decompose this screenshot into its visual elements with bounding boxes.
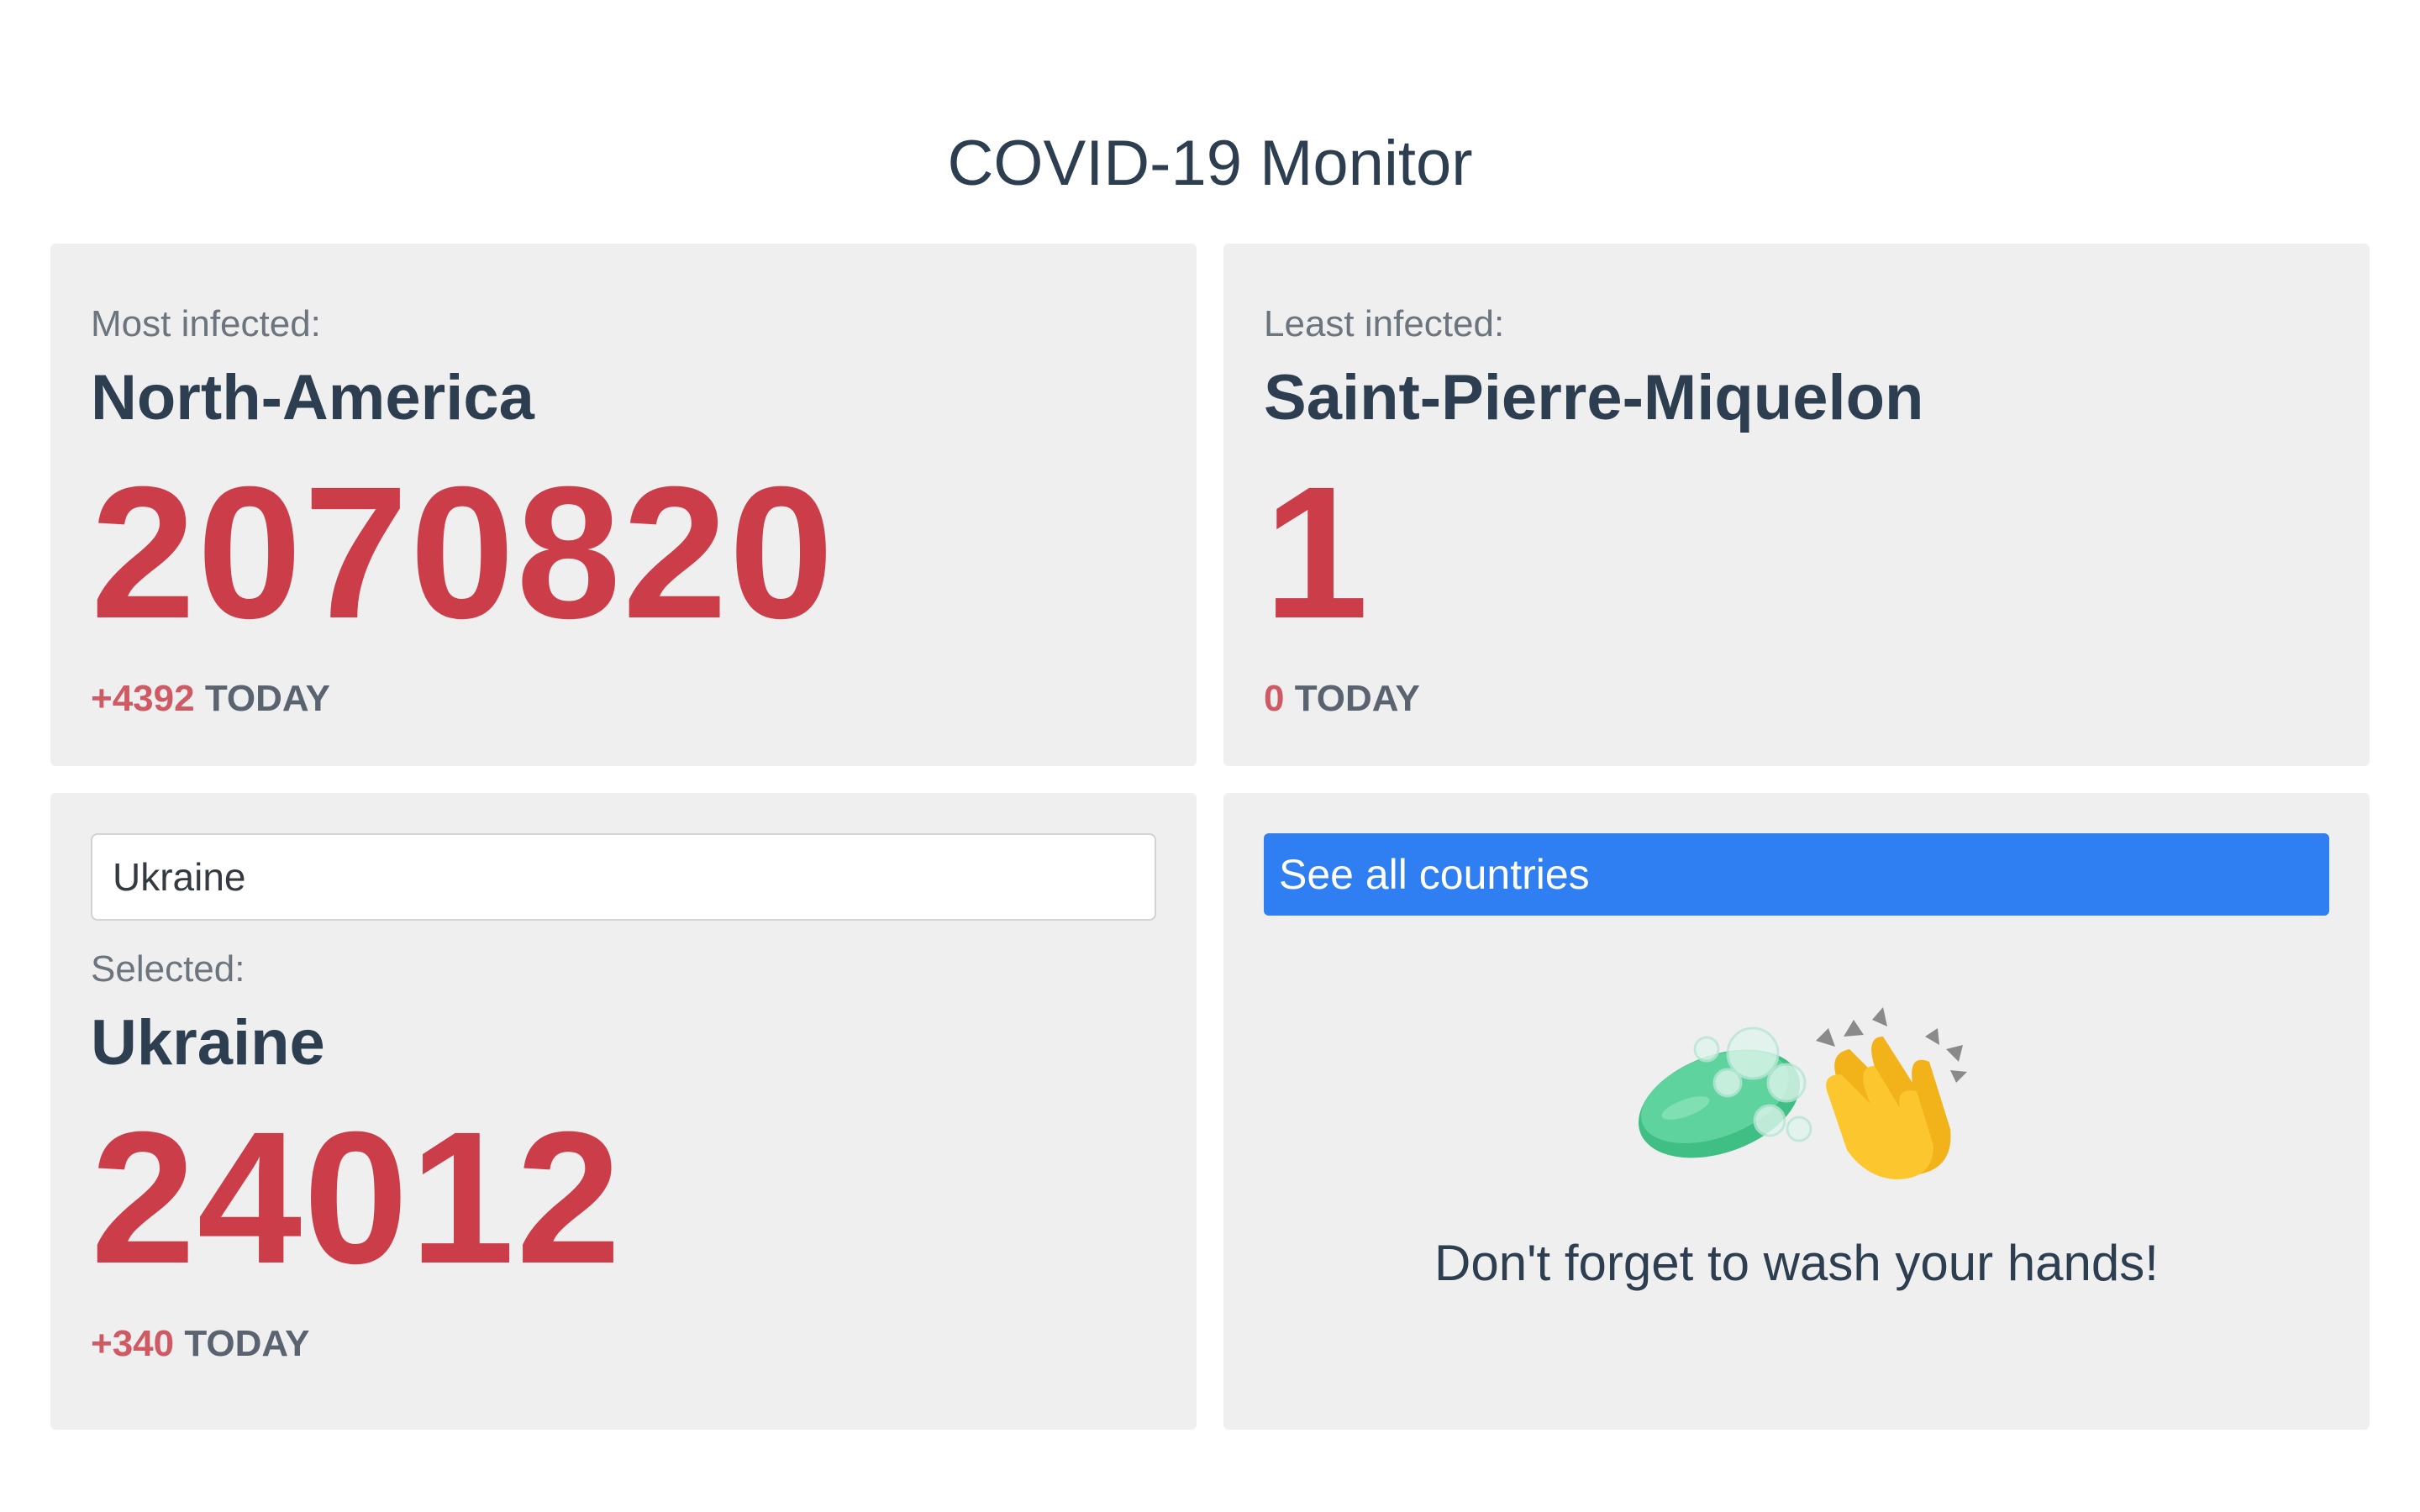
country-search-input[interactable] (91, 833, 1156, 921)
today-label: TODAY (1294, 678, 1420, 719)
most-infected-country: North-America (91, 362, 534, 433)
see-all-countries-button[interactable]: See all countries (1264, 833, 2329, 916)
selected-count: 24012 (91, 1093, 623, 1303)
least-infected-label: Least infected: (1264, 303, 1505, 344)
selected-label: Selected: (91, 948, 245, 990)
selected-country: Ukraine (91, 1007, 325, 1079)
soap-icon (1638, 1026, 1812, 1158)
least-infected-count: 1 (1264, 448, 1370, 658)
most-infected-today: +4392 TODAY (91, 674, 1156, 724)
most-infected-delta: +4392 (91, 678, 195, 719)
least-infected-delta: 0 (1264, 678, 1285, 719)
most-infected-label: Most infected: (91, 303, 321, 344)
today-label: TODAY (184, 1323, 310, 1364)
wash-hands-illustration (1638, 1007, 1967, 1179)
most-infected-card: Most infected: North-America 2070820 +43… (50, 244, 1197, 766)
selected-today: +340 TODAY (91, 1319, 1156, 1369)
least-infected-country: Saint-Pierre-Miquelon (1264, 362, 1924, 433)
wash-hands-message: Don't forget to wash your hands! (1434, 1235, 2159, 1291)
clapping-hands-icon (1816, 1007, 1967, 1179)
least-infected-today: 0 TODAY (1264, 674, 2329, 724)
most-infected-count: 2070820 (91, 448, 836, 658)
least-infected-card: Least infected: Saint-Pierre-Miquelon 1 … (1223, 244, 2370, 766)
selected-delta: +340 (91, 1323, 175, 1364)
page-title: COVID-19 Monitor (947, 128, 1473, 199)
selected-country-card: Selected: Ukraine 24012 +340 TODAY (50, 793, 1197, 1430)
today-label: TODAY (204, 678, 330, 719)
info-card: See all countries Don't forget to wash y… (1223, 793, 2370, 1430)
